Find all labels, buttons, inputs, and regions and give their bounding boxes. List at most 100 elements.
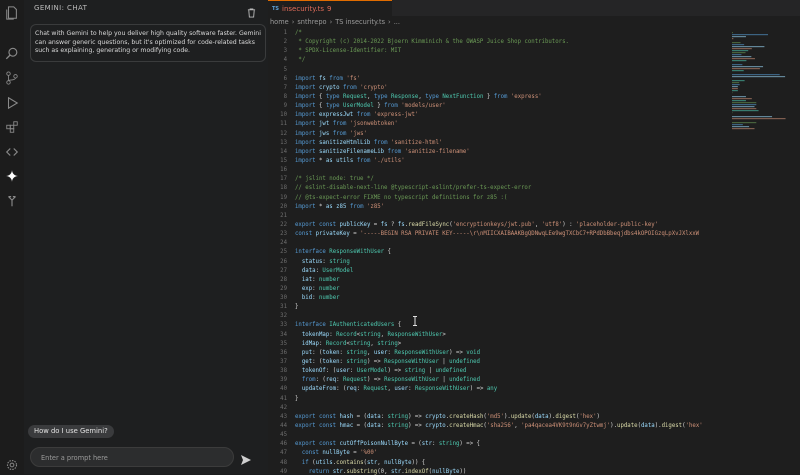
line-number: 6: [268, 76, 287, 82]
code-line[interactable]: }: [295, 396, 298, 402]
breadcrumb-item[interactable]: home: [270, 17, 289, 28]
code-line[interactable]: * SPDX-License-Identifier: MIT: [295, 48, 401, 54]
code-line[interactable]: bid: number: [295, 295, 340, 301]
typescript-icon: TS: [272, 6, 279, 12]
minimap-line: [732, 66, 763, 67]
code-line[interactable]: interface ResponseWithUser {: [295, 249, 391, 255]
code-line[interactable]: data: UserModel: [295, 268, 353, 274]
line-number: 35: [268, 341, 287, 347]
minimap-line: [732, 108, 756, 109]
chevron-right-icon: ›: [292, 17, 295, 28]
line-number: 23: [268, 231, 287, 237]
minimap-line: [732, 124, 743, 125]
line-number: 42: [268, 405, 287, 411]
code-line[interactable]: import fs from 'fs': [295, 76, 360, 82]
code-line[interactable]: // eslint-disable-next-line @typescript-…: [295, 185, 531, 191]
tab-insecurity-ts[interactable]: TS insecurity.ts 9: [268, 0, 392, 17]
line-number: 39: [268, 377, 287, 383]
breadcrumb-item[interactable]: TS insecurity.ts: [335, 17, 385, 28]
code-line[interactable]: export const hmac = (data: string) => cr…: [295, 423, 703, 429]
code-line[interactable]: */: [295, 57, 305, 63]
files-icon[interactable]: [4, 5, 20, 21]
run-debug-icon[interactable]: [4, 95, 20, 111]
line-number: 45: [268, 432, 287, 438]
breadcrumb-item[interactable]: snthrepo: [297, 17, 326, 28]
line-number: 3: [268, 48, 287, 54]
search-icon[interactable]: [4, 46, 20, 62]
minimap-line: [732, 90, 738, 91]
code-line[interactable]: from: (req: Request) => ResponseWithUser…: [295, 377, 480, 383]
code-line[interactable]: tokenMap: Record<string, ResponseWithUse…: [295, 332, 446, 338]
chevron-right-icon: ›: [330, 17, 333, 28]
code-line[interactable]: import crypto from 'crypto': [295, 85, 388, 91]
trash-icon[interactable]: [247, 3, 256, 13]
source-control-icon[interactable]: [4, 70, 20, 86]
code-line[interactable]: tokenOf: (user: UserModel) => string | u…: [295, 368, 466, 374]
code-line[interactable]: const privateKey = '-----BEGIN RSA PRIVA…: [295, 231, 699, 237]
code-line[interactable]: import { type UserModel } from 'models/u…: [295, 103, 446, 109]
prompt-input[interactable]: Enter a prompt here: [30, 447, 234, 467]
code-line[interactable]: * Copyright (c) 2014-2022 Bjoern Kimmini…: [295, 39, 569, 45]
code-line[interactable]: status: string: [295, 259, 350, 265]
line-number: 14: [268, 149, 287, 155]
minimap-line: [732, 38, 733, 39]
editor-area: TS insecurity.ts 9 1/*2 * Copyright (c) …: [268, 0, 800, 474]
code-line[interactable]: exp: number: [295, 286, 340, 292]
line-number: 26: [268, 259, 287, 265]
code-line[interactable]: interface IAuthenticatedUsers {: [295, 322, 401, 328]
code-line[interactable]: iat: number: [295, 277, 340, 283]
minimap-line: [732, 44, 744, 45]
minimap-line: [732, 76, 785, 77]
line-number: 13: [268, 140, 287, 146]
line-number: 33: [268, 322, 287, 328]
tree-icon[interactable]: [4, 193, 20, 209]
code-line[interactable]: import { type Request, type Response, ty…: [295, 94, 542, 100]
line-number: 17: [268, 176, 287, 182]
code-line[interactable]: import jws from 'jws': [295, 131, 367, 137]
extensions-icon[interactable]: [4, 119, 20, 135]
code-line[interactable]: updateFrom: (req: Request, user: Respons…: [295, 386, 497, 392]
minimap-line: [732, 56, 751, 57]
code-line[interactable]: // @ts-expect-error FIXME no typescript …: [295, 195, 507, 201]
code-line[interactable]: }: [295, 304, 298, 310]
code-line[interactable]: idMap: Record<string, string>: [295, 341, 401, 347]
send-icon[interactable]: [240, 451, 252, 463]
minimap-line: [732, 80, 745, 81]
line-number: 2: [268, 39, 287, 45]
code-line[interactable]: /*: [295, 30, 302, 36]
code-line[interactable]: import expressJwt from 'express-jwt': [295, 112, 418, 118]
code-line[interactable]: export const cutOffPoisonNullByte = (str…: [295, 441, 480, 447]
code-line[interactable]: import jwt from 'jsonwebtoken': [295, 121, 398, 127]
code-line[interactable]: if (utils.contains(str, nullByte)) {: [295, 460, 425, 466]
code-line[interactable]: import sanitizeFilenameLib from 'sanitiz…: [295, 149, 470, 155]
minimap-line: [732, 98, 752, 99]
code-line[interactable]: export const hash = (data: string) => cr…: [295, 414, 600, 420]
settings-icon[interactable]: [6, 456, 18, 468]
activity-bar: [0, 0, 25, 474]
line-number: 30: [268, 295, 287, 301]
code-line[interactable]: import * as z85 from 'z85': [295, 204, 384, 210]
code-line[interactable]: import * as utils from './utils': [295, 158, 405, 164]
line-number: 28: [268, 277, 287, 283]
minimap-line: [732, 60, 746, 61]
scrollbar[interactable]: [792, 18, 800, 474]
minimap-line: [732, 116, 772, 117]
code-line[interactable]: put: (token: string, user: ResponseWithU…: [295, 350, 480, 356]
suggestion-chip[interactable]: How do I use Gemini?: [28, 425, 114, 438]
code-line[interactable]: const nullByte = '%00': [295, 450, 377, 456]
code-line[interactable]: export const publicKey = fs ? fs.readFil…: [295, 222, 658, 228]
remote-icon[interactable]: [4, 144, 20, 160]
gemini-icon[interactable]: [4, 168, 20, 184]
line-number: 19: [268, 195, 287, 201]
minimap-line: [732, 54, 741, 55]
minimap-line: [732, 104, 756, 105]
line-number: 4: [268, 57, 287, 63]
code-line[interactable]: /* jslint node: true */: [295, 176, 374, 182]
minimap[interactable]: [730, 30, 792, 410]
code-line[interactable]: import sanitizeHtmlLib from 'sanitize-ht…: [295, 140, 442, 146]
breadcrumb-item[interactable]: ...: [394, 17, 400, 28]
code-line[interactable]: get: (token: string) => ResponseWithUser…: [295, 359, 480, 365]
line-number: 25: [268, 249, 287, 255]
line-number: 34: [268, 332, 287, 338]
minimap-line: [732, 82, 739, 83]
